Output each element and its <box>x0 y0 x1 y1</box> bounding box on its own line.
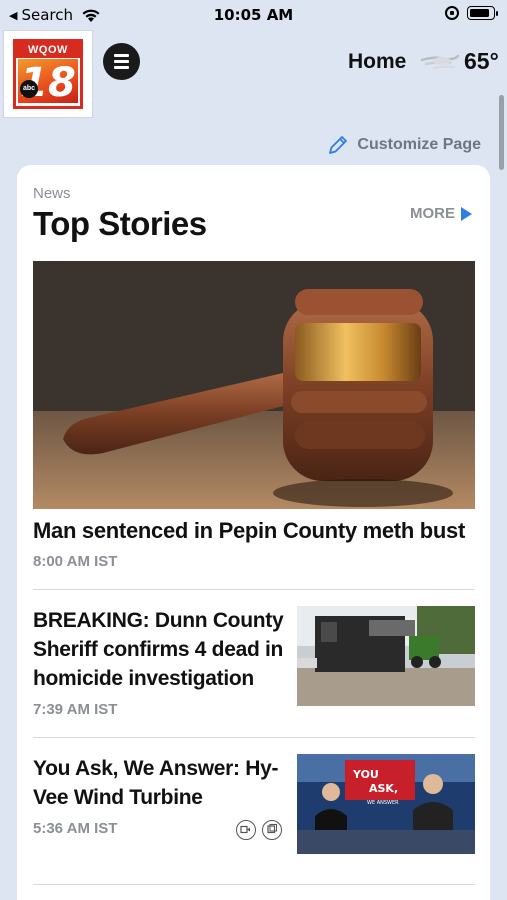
thumb-text-ask: ASK, <box>369 782 398 795</box>
station-logo[interactable]: WQOW 18 abc <box>3 30 93 118</box>
app-header: WQOW 18 abc Home 65° <box>0 30 507 118</box>
logo-mark: WQOW 18 abc <box>13 39 83 109</box>
hero-image-gavel[interactable] <box>33 261 475 509</box>
thumb-text-you: YOU <box>352 768 379 781</box>
logo-network-text: abc <box>20 80 38 98</box>
more-link[interactable]: MORE <box>410 205 472 222</box>
story-item[interactable]: BREAKING: Dunn County Sheriff confirms 4… <box>33 606 475 721</box>
hamburger-icon <box>114 54 129 57</box>
hero-headline[interactable]: Man sentenced in Pepin County meth bust <box>33 518 473 544</box>
top-stories-card: News Top Stories MORE Man sentenced in P… <box>17 165 490 900</box>
scrollbar[interactable] <box>499 95 504 170</box>
pencil-icon <box>329 136 348 154</box>
story-timestamp: 7:39 AM IST <box>33 701 118 718</box>
orientation-lock-icon <box>445 6 459 20</box>
divider <box>33 589 475 590</box>
section-kicker: News <box>33 185 71 202</box>
play-arrow-icon <box>461 206 472 221</box>
story-thumbnail-news-anchors[interactable]: YOU ASK, WE ANSWER <box>297 754 475 854</box>
thumb-text-we-answer: WE ANSWER <box>367 800 399 806</box>
status-time: 10:05 AM <box>213 6 294 24</box>
windy-weather-icon[interactable] <box>420 50 460 72</box>
status-bar: ◀ Search 10:05 AM <box>0 0 507 30</box>
menu-button[interactable] <box>103 43 140 80</box>
video-icon <box>236 820 256 840</box>
divider <box>33 737 475 738</box>
hero-timestamp: 8:00 AM IST <box>33 553 118 570</box>
divider <box>33 884 475 885</box>
story-headline[interactable]: You Ask, We Answer: Hy-Vee Wind Turbine <box>33 754 285 812</box>
gallery-icon <box>262 820 282 840</box>
section-title: Top Stories <box>33 205 207 242</box>
logo-station-text: WQOW <box>16 42 80 58</box>
battery-icon <box>467 6 498 20</box>
home-label[interactable]: Home <box>348 50 406 74</box>
story-thumbnail-crime-scene[interactable] <box>297 606 475 706</box>
customize-label: Customize Page <box>357 136 481 153</box>
story-item[interactable]: You Ask, We Answer: Hy-Vee Wind Turbine … <box>33 754 475 854</box>
temperature[interactable]: 65° <box>464 48 499 75</box>
more-label: MORE <box>410 205 455 222</box>
customize-page-button[interactable]: Customize Page <box>327 134 481 156</box>
story-timestamp: 5:36 AM IST <box>33 820 118 837</box>
story-headline[interactable]: BREAKING: Dunn County Sheriff confirms 4… <box>33 606 285 693</box>
